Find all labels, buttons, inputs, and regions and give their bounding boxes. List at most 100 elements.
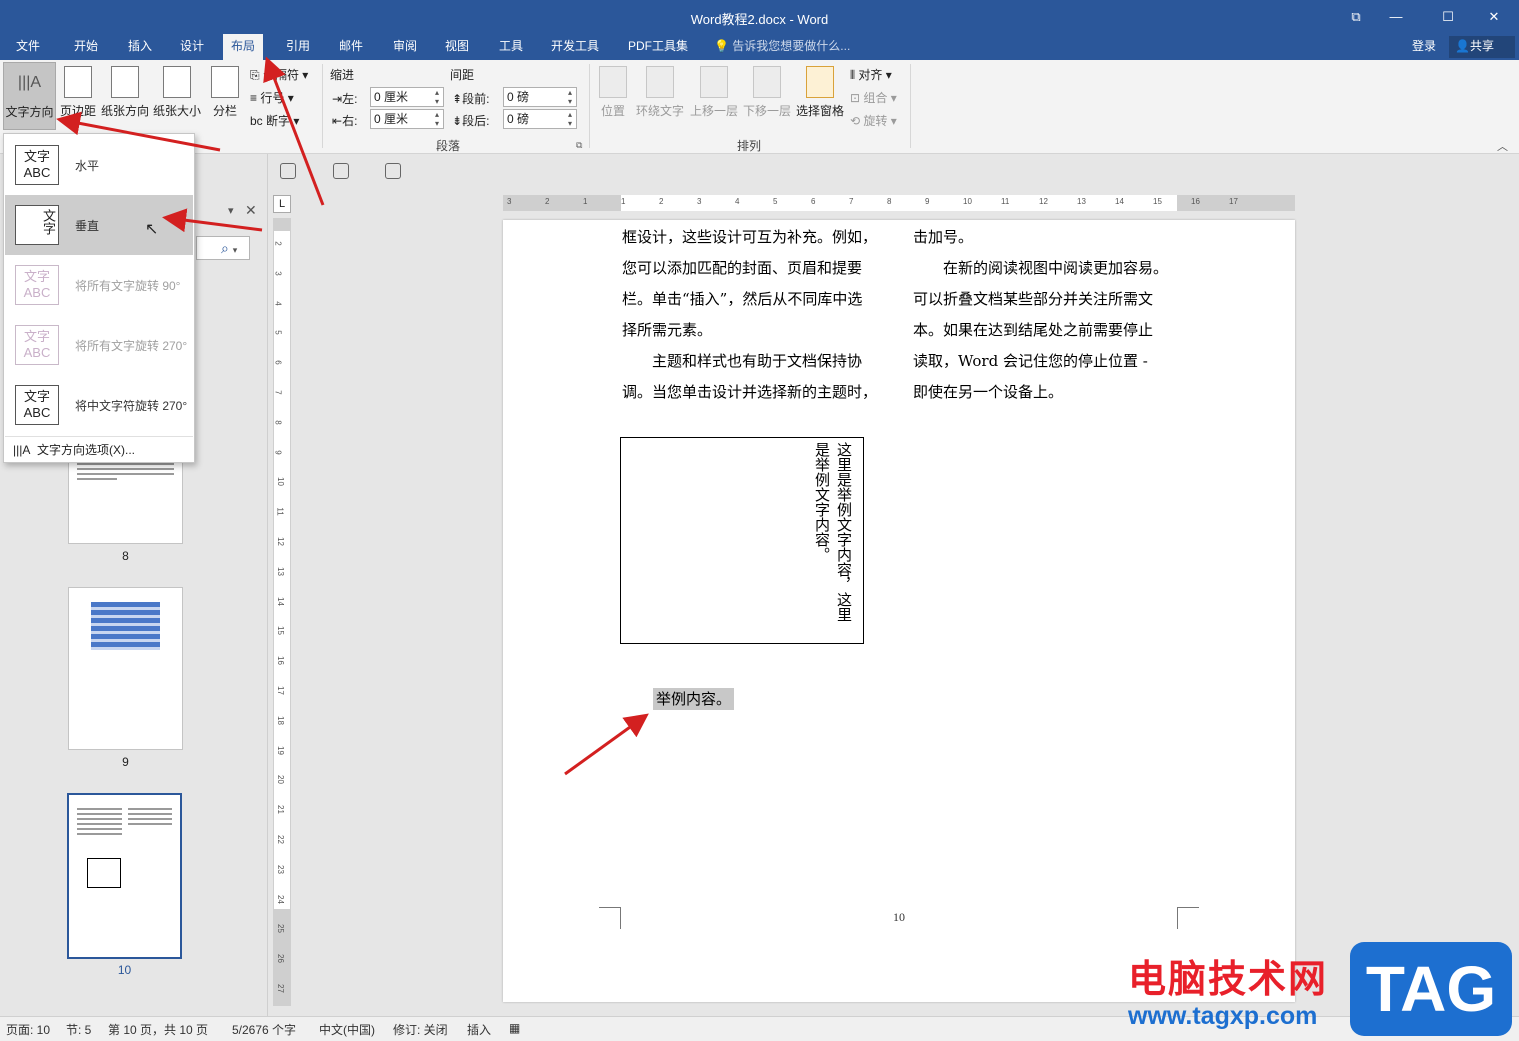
tab-mailings[interactable]: 邮件 <box>331 34 371 60</box>
rotate-button[interactable]: ⟲ 旋转 ▾ <box>850 112 897 129</box>
indent-right-input[interactable]: 0 厘米 <box>370 109 444 129</box>
bring-forward-icon <box>700 66 728 98</box>
text-line: 调。当您单击设计并选择新的主题时， <box>622 383 878 401</box>
orientation-icon <box>111 66 139 98</box>
menu-item-rotate-chinese-270[interactable]: 文字ABC 将中文字符旋转 270° <box>5 375 193 435</box>
login-link[interactable]: 登录 <box>1412 34 1436 58</box>
screenshot-icon[interactable] <box>385 163 401 179</box>
wrap-text-button[interactable]: 环绕文字 <box>634 62 686 130</box>
group-button[interactable]: ⊡ 组合 ▾ <box>850 89 897 106</box>
page-thumbnail[interactable] <box>68 454 183 544</box>
indent-label: 缩进 <box>330 68 355 82</box>
status-track-changes[interactable]: 修订: 关闭 <box>393 1021 448 1038</box>
maximize-button[interactable]: ☐ <box>1433 6 1463 28</box>
columns-button[interactable]: 分栏 <box>206 62 244 130</box>
text-direction-options-item[interactable]: |||A 文字方向选项(X)... <box>5 436 193 462</box>
tab-developer[interactable]: 开发工具 <box>543 34 607 60</box>
tab-pdf-tools[interactable]: PDF工具集 <box>620 34 696 60</box>
tab-view[interactable]: 视图 <box>437 34 477 60</box>
breaks-icon: ⎘ <box>250 68 260 82</box>
indent-left-label: ⇥左: <box>332 92 358 106</box>
ruler-tick-label: 7 <box>273 390 283 395</box>
indent-left-input[interactable]: 0 厘米 <box>370 87 444 107</box>
ruler-tick-label: 12 <box>1039 197 1048 206</box>
spacing-after-label: ⇟段后: <box>452 114 490 128</box>
ruler-tick-label: 13 <box>1077 197 1086 206</box>
spacing-after-icon: ⇟ <box>452 114 463 128</box>
status-page-of[interactable]: 第 10 页，共 10 页 <box>108 1021 208 1038</box>
mouse-cursor-icon: ↖ <box>145 221 159 238</box>
bring-forward-button[interactable]: 上移一层 <box>688 62 740 130</box>
touch-mode-icon[interactable] <box>333 163 349 179</box>
paragraph-group-label: 段落 <box>436 139 461 153</box>
ruler-tick-label: 10 <box>275 477 285 487</box>
pane-search-icon[interactable]: ⌕ ▾ <box>196 236 250 260</box>
text-line: 择所需元素。 <box>622 321 713 339</box>
breaks-button[interactable]: ⎘ 分隔符 ▾ <box>250 66 308 83</box>
spacing-before-icon: ⇞ <box>452 92 463 106</box>
selected-text[interactable]: 举例内容。 <box>653 688 735 710</box>
minimize-button[interactable]: — <box>1381 6 1411 28</box>
margins-button[interactable]: 页边距 <box>58 62 98 130</box>
text-line: 击加号。 <box>913 228 974 246</box>
menu-item-vertical[interactable]: 文字 垂直 ↖ <box>5 195 193 255</box>
position-button[interactable]: 位置 <box>596 62 630 130</box>
spacing-before-input[interactable]: 0 磅 <box>503 87 577 107</box>
horizontal-ruler[interactable]: 3 2 1 1 2 3 4 5 6 7 8 9 10 11 12 13 14 15 16 17 <box>503 195 1295 211</box>
menu-item-horizontal[interactable]: 文字ABC 水平 <box>5 135 193 195</box>
hyphenation-button[interactable]: bc 断字 ▾ <box>250 112 299 129</box>
status-section[interactable]: 节: 5 <box>66 1021 91 1038</box>
collapse-ribbon-icon[interactable]: ︿ <box>1497 138 1508 154</box>
tab-home[interactable]: 开始 <box>66 34 106 60</box>
hyphenation-icon: bc <box>250 114 263 128</box>
orientation-button[interactable]: 纸张方向 <box>100 62 150 130</box>
vertical-text-box[interactable]: 这里是举例文字内容，这里 是举例文字内容。 <box>620 437 864 644</box>
close-button[interactable]: ✕ <box>1479 6 1509 28</box>
tab-layout[interactable]: 布局 <box>223 34 264 60</box>
align-button[interactable]: ⫴ 对齐 ▾ <box>850 66 892 83</box>
spacing-after-input[interactable]: 0 磅 <box>503 109 577 129</box>
tab-insert[interactable]: 插入 <box>120 34 160 60</box>
menu-item-rotate-270[interactable]: 文字ABC 将所有文字旋转 270° <box>5 315 193 375</box>
tab-design[interactable]: 设计 <box>172 34 212 60</box>
document-page[interactable]: 框设计，这些设计可互为补充。例如， 您可以添加匹配的封面、页眉和提要 栏。单击“… <box>503 220 1295 1002</box>
ruler-tick-label: 21 <box>275 805 285 815</box>
share-button[interactable]: 👤共享 <box>1449 36 1515 58</box>
status-word-count[interactable]: 5/2676 个字 <box>232 1021 296 1038</box>
send-backward-button[interactable]: 下移一层 <box>741 62 793 130</box>
text-direction-button[interactable]: |||A 文字方向 <box>3 62 56 130</box>
size-button[interactable]: 纸张大小 <box>152 62 202 130</box>
ruler-tick-label: 26 <box>275 954 285 964</box>
page-thumbnail-current[interactable] <box>67 793 182 959</box>
line-numbers-button[interactable]: ≡ 行号 ▾ <box>250 89 294 106</box>
indent-right-icon: ⇤ <box>332 114 343 128</box>
column-2: 击加号。 在新的阅读视图中阅读更加容易。 可以折叠文档某些部分并关注所需文 本。… <box>913 222 1185 408</box>
pane-options-icon[interactable]: ▾ <box>228 204 234 217</box>
margins-icon <box>64 66 92 98</box>
page-thumbnail[interactable] <box>68 587 183 750</box>
menu-item-rotate-90[interactable]: 文字ABC 将所有文字旋转 90° <box>5 255 193 315</box>
text-line: 您可以添加匹配的封面、页眉和提要 <box>622 259 863 277</box>
tab-selector[interactable]: L <box>273 195 291 213</box>
text-direction-small-icon: |||A <box>13 443 31 457</box>
ruler-tick-label: 14 <box>275 596 285 606</box>
preview-icon[interactable] <box>280 163 296 179</box>
status-insert-mode[interactable]: 插入 <box>467 1021 491 1038</box>
macro-recording-icon[interactable]: ▦ <box>509 1021 520 1035</box>
tab-file[interactable]: 文件 <box>8 34 48 60</box>
tab-tools[interactable]: 工具 <box>491 34 531 60</box>
spacing-before-label: ⇞段前: <box>452 92 490 106</box>
selection-pane-button[interactable]: 选择窗格 <box>794 62 846 130</box>
status-page[interactable]: 页面: 10 <box>6 1021 50 1038</box>
ruler-tick-label: 4 <box>273 300 283 306</box>
ruler-tick-label: 27 <box>275 984 285 993</box>
ribbon-display-options-button[interactable]: ⧉ <box>1341 6 1371 28</box>
vertical-ruler[interactable]: 2 3 4 5 6 7 8 9 10 11 12 13 14 15 16 17 18 19 20 21 22 23 24 25… <box>273 218 291 1006</box>
close-pane-icon[interactable]: ✕ <box>245 202 257 219</box>
paragraph-dialog-launcher-icon[interactable]: ⧉ <box>576 140 582 151</box>
tab-review[interactable]: 审阅 <box>385 34 425 60</box>
quick-access-row <box>195 155 695 189</box>
tab-references[interactable]: 引用 <box>278 34 318 60</box>
status-language[interactable]: 中文(中国) <box>319 1021 375 1038</box>
tell-me-search[interactable]: 💡 告诉我您想要做什么... <box>714 34 850 58</box>
